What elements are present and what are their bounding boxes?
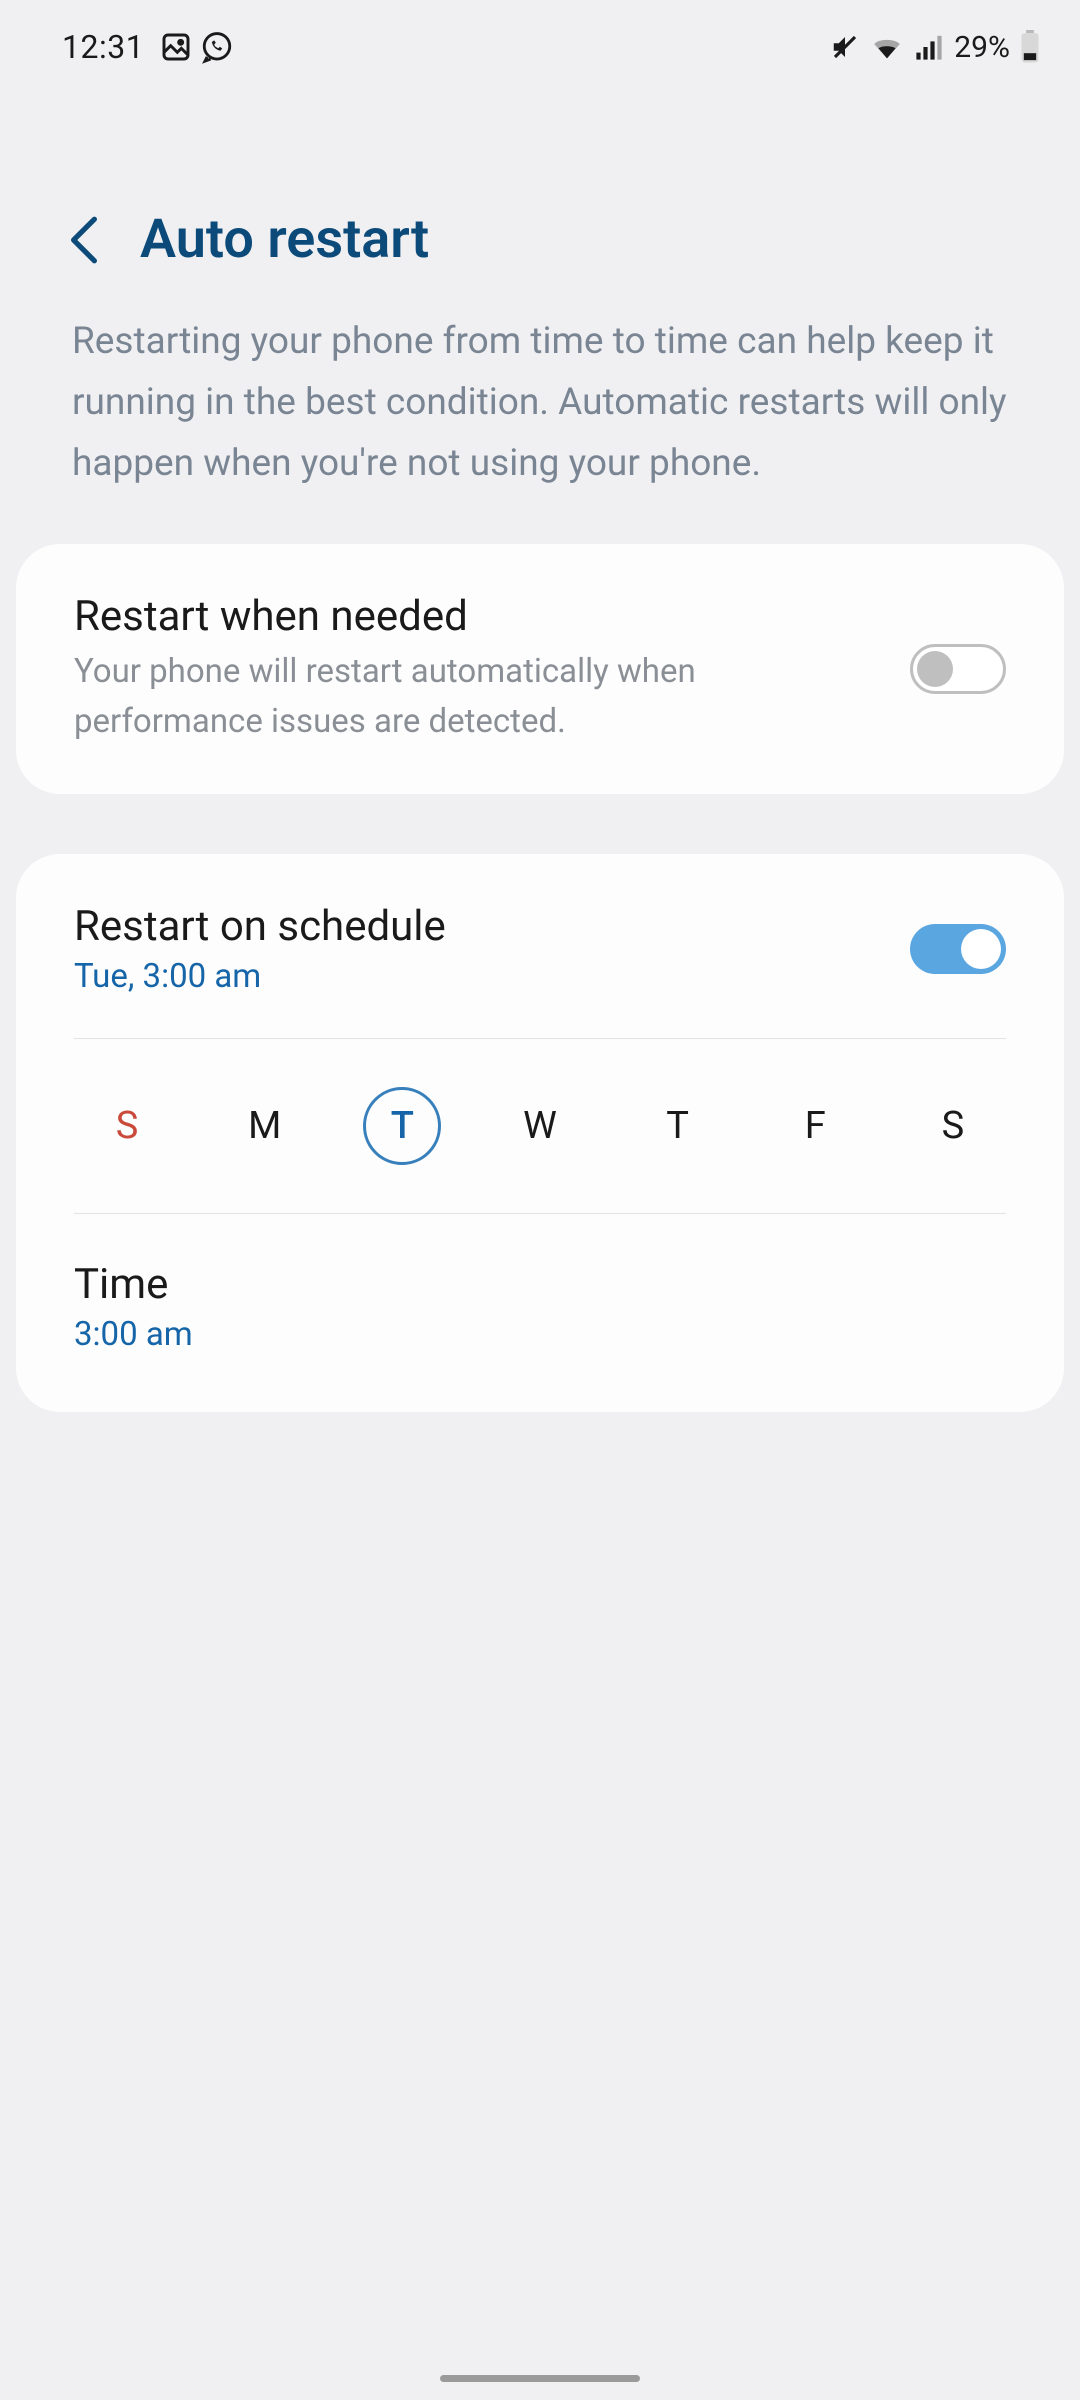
status-bar: 12:31 29% bbox=[0, 0, 1080, 78]
day-wednesday[interactable]: W bbox=[501, 1087, 579, 1165]
toggle-knob bbox=[961, 929, 1001, 969]
toggle-knob bbox=[917, 651, 953, 687]
wifi-icon bbox=[870, 32, 904, 62]
page-title: Auto restart bbox=[140, 208, 429, 271]
time-value: 3:00 am bbox=[74, 1315, 1006, 1354]
row-text: Restart when needed Your phone will rest… bbox=[74, 592, 880, 746]
toggle-restart-needed[interactable] bbox=[910, 644, 1006, 694]
page-description: Restarting your phone from time to time … bbox=[0, 311, 1080, 544]
card-restart-schedule: Restart on schedule Tue, 3:00 am SMTWTFS… bbox=[16, 854, 1064, 1412]
day-tuesday[interactable]: T bbox=[363, 1087, 441, 1165]
status-right: 29% bbox=[830, 30, 1040, 65]
back-icon[interactable] bbox=[68, 214, 100, 266]
day-monday[interactable]: M bbox=[226, 1087, 304, 1165]
battery-percentage: 29% bbox=[954, 30, 1010, 65]
restart-needed-title: Restart when needed bbox=[74, 592, 880, 641]
day-saturday[interactable]: S bbox=[914, 1087, 992, 1165]
divider bbox=[74, 1213, 1006, 1214]
mute-icon bbox=[830, 32, 860, 62]
card-restart-needed: Restart when needed Your phone will rest… bbox=[16, 544, 1064, 794]
divider bbox=[74, 1038, 1006, 1039]
status-time: 12:31 bbox=[62, 28, 144, 66]
status-left: 12:31 bbox=[62, 28, 234, 66]
row-time[interactable]: Time 3:00 am bbox=[74, 1260, 1006, 1364]
restart-schedule-title: Restart on schedule bbox=[74, 902, 880, 951]
day-friday[interactable]: F bbox=[776, 1087, 854, 1165]
day-picker: SMTWTFS bbox=[74, 1087, 1006, 1165]
row-restart-schedule[interactable]: Restart on schedule Tue, 3:00 am bbox=[74, 902, 1006, 996]
row-restart-needed[interactable]: Restart when needed Your phone will rest… bbox=[74, 592, 1006, 746]
day-sunday[interactable]: S bbox=[88, 1087, 166, 1165]
battery-icon bbox=[1020, 30, 1040, 64]
image-icon bbox=[160, 31, 192, 63]
toggle-restart-schedule[interactable] bbox=[910, 924, 1006, 974]
signal-icon bbox=[914, 33, 944, 61]
restart-schedule-sub: Tue, 3:00 am bbox=[74, 957, 880, 996]
row-text: Restart on schedule Tue, 3:00 am bbox=[74, 902, 880, 996]
header: Auto restart bbox=[0, 78, 1080, 311]
whatsapp-icon bbox=[200, 30, 234, 64]
restart-needed-desc: Your phone will restart automatically wh… bbox=[74, 647, 880, 746]
time-label: Time bbox=[74, 1260, 1006, 1309]
status-icons-left bbox=[160, 30, 234, 64]
day-thursday[interactable]: T bbox=[639, 1087, 717, 1165]
nav-gesture-bar[interactable] bbox=[440, 2375, 640, 2382]
